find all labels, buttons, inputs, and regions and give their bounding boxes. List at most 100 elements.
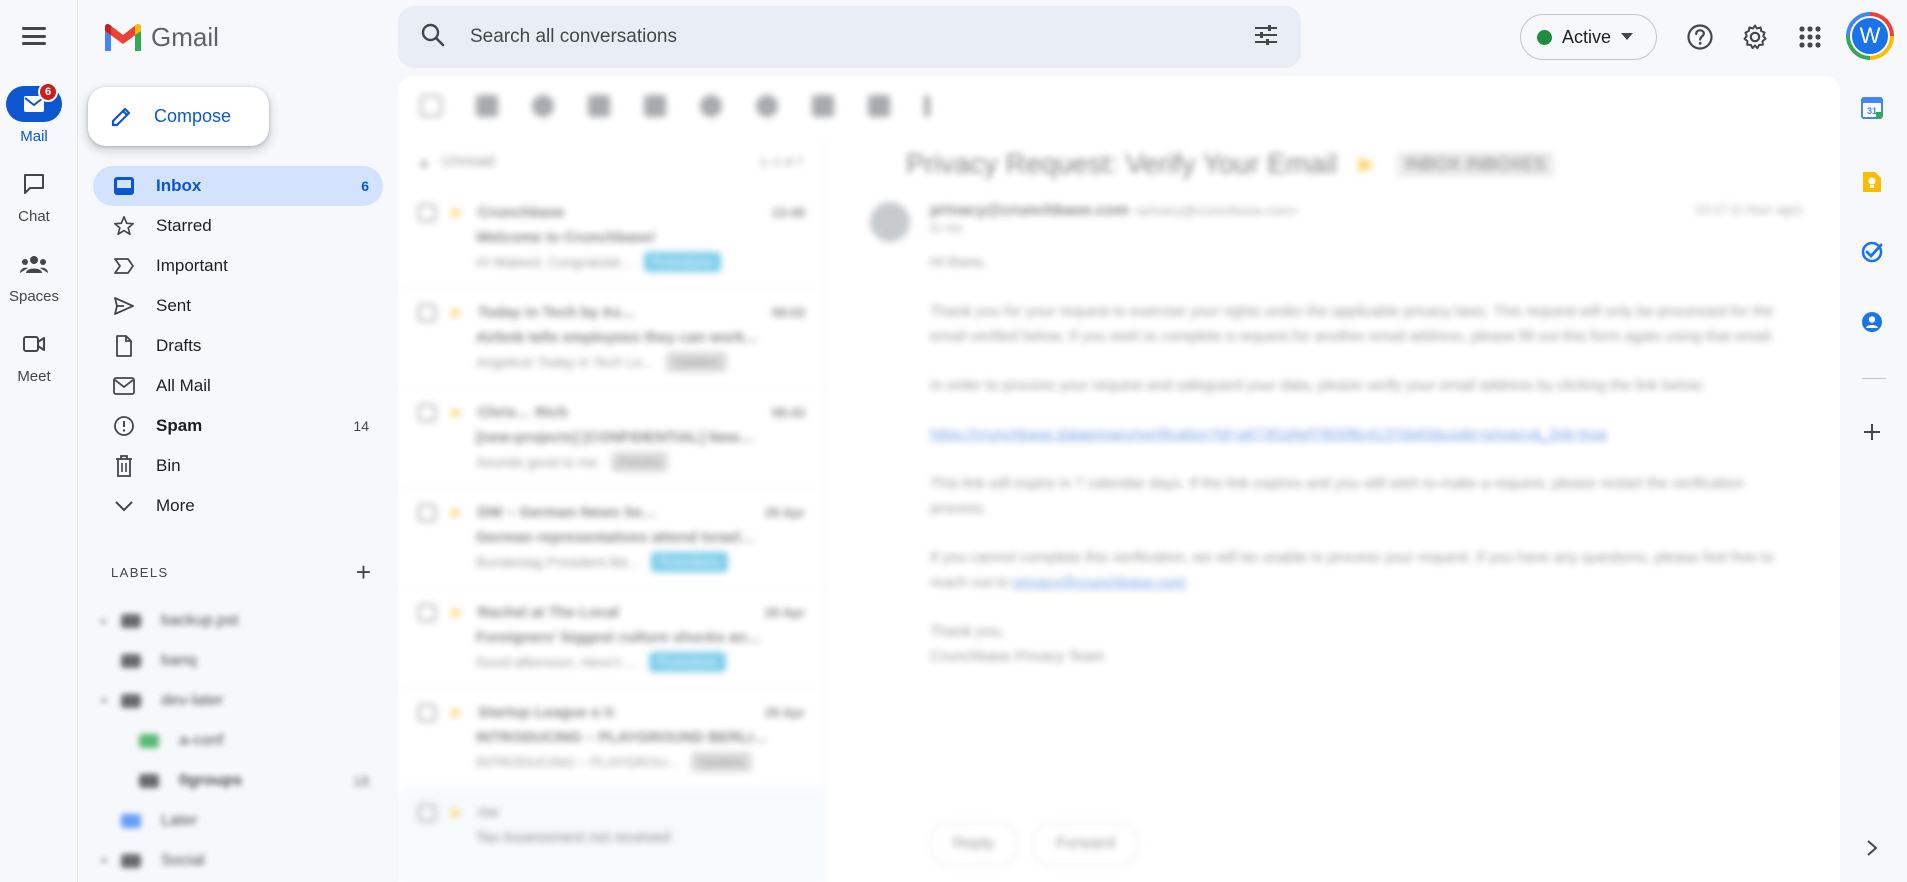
nav-sent[interactable]: Sent [93, 286, 383, 326]
get-addons-button[interactable] [1852, 412, 1892, 452]
list-item[interactable]: ► Crunchbase 13:49 Welcome to Crunchbase… [398, 188, 825, 288]
row-checkbox[interactable] [418, 603, 436, 622]
label-item[interactable]: banq [93, 641, 383, 681]
keep-button[interactable] [1852, 162, 1892, 202]
label-item[interactable]: Later [93, 801, 383, 841]
chat-icon [6, 166, 62, 202]
reply-button[interactable]: Reply [930, 822, 1017, 866]
row-category-chip[interactable]: Promotions [644, 252, 721, 272]
importance-icon[interactable]: ► [448, 602, 466, 623]
list-item[interactable]: ► Chris… Rich 08:43 [new-projects] [CONF… [398, 388, 825, 488]
nav-inbox[interactable]: Inbox 6 [93, 166, 383, 206]
label-item[interactable]: a-conf [93, 721, 383, 761]
rail-spaces[interactable]: Spaces [0, 246, 68, 305]
importance-icon[interactable]: ► [448, 502, 466, 523]
list-item[interactable]: ► me Tax Assessment not received [398, 788, 825, 882]
label-item[interactable]: 0groups 18 [93, 761, 383, 801]
row-checkbox[interactable] [418, 803, 436, 822]
nav-all-mail[interactable]: All Mail [93, 366, 383, 406]
trash-icon[interactable] [588, 95, 610, 117]
row-category-chip[interactable]: Updates [691, 752, 752, 772]
importance-icon[interactable]: ► [448, 702, 466, 723]
gmail-logo[interactable]: Gmail [103, 22, 219, 53]
add-task-icon[interactable] [756, 95, 778, 117]
video-camera-icon [6, 326, 62, 362]
nav-drafts[interactable]: Drafts [93, 326, 383, 366]
snooze-icon[interactable] [700, 95, 722, 117]
contacts-icon [1862, 312, 1882, 332]
caret-down-icon[interactable]: ▾ [97, 856, 111, 867]
archive-icon[interactable] [476, 95, 498, 117]
caret-down-icon[interactable]: ▾ [97, 696, 111, 707]
list-item[interactable]: ► DW – German News Se… 29 Apr German rep… [398, 488, 825, 588]
calendar-button[interactable]: 31 [1852, 88, 1892, 128]
main-menu-button[interactable] [20, 22, 48, 50]
row-subject: Tax Assessment not received [476, 829, 671, 846]
rail-chat[interactable]: Chat [0, 166, 68, 225]
contacts-button[interactable] [1852, 302, 1892, 342]
compose-button[interactable]: Compose [88, 87, 269, 146]
account-avatar[interactable]: W [1846, 12, 1894, 60]
show-side-panel-button[interactable] [1852, 828, 1892, 868]
nav-bin[interactable]: Bin [93, 446, 383, 486]
mark-read-icon[interactable] [644, 95, 666, 117]
nav-more[interactable]: More [93, 486, 383, 526]
label-item[interactable]: ▾ Social [93, 841, 383, 881]
collapse-icon[interactable]: ▴ [420, 152, 428, 172]
label-item[interactable]: ▾ dev-later [93, 681, 383, 721]
row-checkbox[interactable] [418, 203, 436, 222]
importance-icon[interactable]: ► [448, 202, 466, 223]
row-category-chip[interactable]: Forums [611, 452, 668, 472]
row-checkbox[interactable] [418, 703, 436, 722]
search-input[interactable] [470, 26, 1253, 48]
row-subject: [new-projects] [CONFIDENTIAL] New… [476, 429, 755, 446]
rail-mail[interactable]: 6 Mail [0, 82, 68, 145]
nav-label: All Mail [156, 376, 211, 395]
status-dot-icon [1537, 29, 1552, 45]
add-label-button[interactable]: + [356, 559, 371, 585]
support-button[interactable] [1679, 16, 1721, 58]
forward-button[interactable]: Forward [1032, 822, 1138, 866]
row-category-chip[interactable]: Promotions [648, 652, 726, 672]
list-item[interactable]: ► Startup League e.V. 29 Apr INTRODUCING… [398, 688, 825, 788]
importance-icon[interactable]: ► [448, 402, 466, 423]
report-spam-icon[interactable] [532, 95, 554, 117]
more-vert-icon[interactable] [924, 95, 930, 117]
row-checkbox[interactable] [418, 503, 436, 522]
select-all-checkbox[interactable] [420, 95, 442, 117]
google-apps-button[interactable] [1789, 16, 1831, 58]
nav-starred[interactable]: Starred [93, 206, 383, 246]
row-category-chip[interactable]: Updates [666, 352, 727, 372]
row-subject: INTRODUCING – PLAYGROUND BERLI… [476, 729, 768, 746]
importance-icon[interactable]: ► [448, 302, 466, 323]
settings-button[interactable] [1734, 16, 1776, 58]
row-sender: DW – German News Se… [477, 504, 658, 521]
list-item[interactable]: ► Rachel at The Local 29 Apr Foreigners'… [398, 588, 825, 688]
verification-link[interactable]: https://crunchbase.dataprivacy/verificat… [930, 426, 1608, 443]
nav-important[interactable]: Important [93, 246, 383, 286]
label-item[interactable]: ▸ backup.pst [93, 601, 383, 641]
keep-icon [1863, 172, 1881, 192]
label-name: dev-later [161, 692, 224, 709]
row-checkbox[interactable] [418, 403, 436, 422]
status-dropdown[interactable]: Active [1520, 14, 1657, 60]
rail-meet[interactable]: Meet [0, 326, 68, 385]
contact-link[interactable]: privacy@crunchbase.com [1013, 574, 1186, 591]
row-category-chip[interactable]: Promotions [651, 552, 728, 572]
row-date: 09:03 [771, 305, 805, 320]
search-options-icon[interactable] [1253, 24, 1279, 51]
list-item[interactable]: ► Today in Tech by As… 09:03 Airbnb tell… [398, 288, 825, 388]
label-name: backup.pst [161, 612, 239, 629]
row-date: 13:49 [771, 205, 805, 220]
label-chip[interactable]: INBOX INBOXES [1396, 151, 1554, 177]
nav-spam[interactable]: Spam 14 [93, 406, 383, 446]
row-checkbox[interactable] [418, 303, 436, 322]
important-marker-icon[interactable]: ► [1353, 148, 1381, 180]
move-to-icon[interactable] [812, 95, 834, 117]
importance-icon[interactable]: ► [448, 802, 466, 823]
search-icon[interactable] [420, 22, 446, 53]
label-icon[interactable] [868, 95, 890, 117]
caret-right-icon[interactable]: ▸ [97, 616, 111, 627]
tasks-button[interactable] [1852, 232, 1892, 272]
recipient-line[interactable]: to me [930, 220, 1298, 235]
